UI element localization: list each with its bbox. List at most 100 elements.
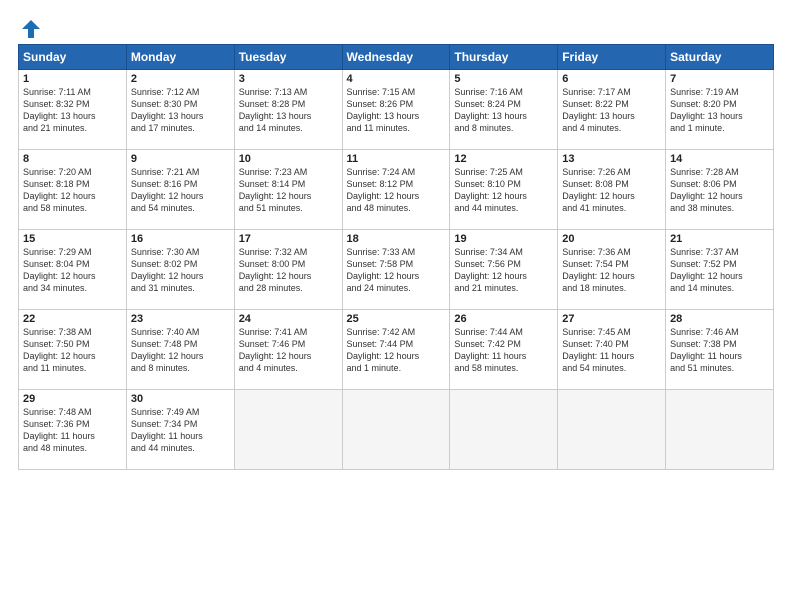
day-info: Sunrise: 7:33 AMSunset: 7:58 PMDaylight:… xyxy=(347,246,446,295)
weekday-header-friday: Friday xyxy=(558,45,666,70)
day-number: 21 xyxy=(670,233,769,245)
day-info: Sunrise: 7:46 AMSunset: 7:38 PMDaylight:… xyxy=(670,326,769,375)
calendar-cell: 25Sunrise: 7:42 AMSunset: 7:44 PMDayligh… xyxy=(342,310,450,390)
day-info: Sunrise: 7:38 AMSunset: 7:50 PMDaylight:… xyxy=(23,326,122,375)
day-number: 23 xyxy=(131,313,230,325)
day-info: Sunrise: 7:25 AMSunset: 8:10 PMDaylight:… xyxy=(454,166,553,215)
calendar-cell: 6Sunrise: 7:17 AMSunset: 8:22 PMDaylight… xyxy=(558,70,666,150)
calendar-cell: 28Sunrise: 7:46 AMSunset: 7:38 PMDayligh… xyxy=(666,310,774,390)
calendar-cell: 23Sunrise: 7:40 AMSunset: 7:48 PMDayligh… xyxy=(126,310,234,390)
calendar-cell: 15Sunrise: 7:29 AMSunset: 8:04 PMDayligh… xyxy=(19,230,127,310)
logo-icon xyxy=(20,18,42,40)
calendar-cell: 2Sunrise: 7:12 AMSunset: 8:30 PMDaylight… xyxy=(126,70,234,150)
weekday-header-thursday: Thursday xyxy=(450,45,558,70)
weekday-header-row: SundayMondayTuesdayWednesdayThursdayFrid… xyxy=(19,45,774,70)
logo xyxy=(18,18,42,36)
day-info: Sunrise: 7:45 AMSunset: 7:40 PMDaylight:… xyxy=(562,326,661,375)
day-number: 8 xyxy=(23,153,122,165)
day-number: 24 xyxy=(239,313,338,325)
week-row-4: 22Sunrise: 7:38 AMSunset: 7:50 PMDayligh… xyxy=(19,310,774,390)
calendar-cell xyxy=(558,390,666,470)
day-info: Sunrise: 7:37 AMSunset: 7:52 PMDaylight:… xyxy=(670,246,769,295)
day-number: 17 xyxy=(239,233,338,245)
day-number: 19 xyxy=(454,233,553,245)
day-number: 4 xyxy=(347,73,446,85)
week-row-1: 1Sunrise: 7:11 AMSunset: 8:32 PMDaylight… xyxy=(19,70,774,150)
weekday-header-saturday: Saturday xyxy=(666,45,774,70)
weekday-header-sunday: Sunday xyxy=(19,45,127,70)
calendar-cell: 5Sunrise: 7:16 AMSunset: 8:24 PMDaylight… xyxy=(450,70,558,150)
weekday-header-wednesday: Wednesday xyxy=(342,45,450,70)
day-info: Sunrise: 7:26 AMSunset: 8:08 PMDaylight:… xyxy=(562,166,661,215)
calendar-cell xyxy=(666,390,774,470)
day-info: Sunrise: 7:17 AMSunset: 8:22 PMDaylight:… xyxy=(562,86,661,135)
calendar-cell: 16Sunrise: 7:30 AMSunset: 8:02 PMDayligh… xyxy=(126,230,234,310)
calendar-cell: 21Sunrise: 7:37 AMSunset: 7:52 PMDayligh… xyxy=(666,230,774,310)
calendar-cell: 11Sunrise: 7:24 AMSunset: 8:12 PMDayligh… xyxy=(342,150,450,230)
calendar-cell: 9Sunrise: 7:21 AMSunset: 8:16 PMDaylight… xyxy=(126,150,234,230)
weekday-header-monday: Monday xyxy=(126,45,234,70)
calendar-cell: 3Sunrise: 7:13 AMSunset: 8:28 PMDaylight… xyxy=(234,70,342,150)
day-info: Sunrise: 7:11 AMSunset: 8:32 PMDaylight:… xyxy=(23,86,122,135)
calendar-cell: 20Sunrise: 7:36 AMSunset: 7:54 PMDayligh… xyxy=(558,230,666,310)
day-number: 27 xyxy=(562,313,661,325)
calendar-cell xyxy=(342,390,450,470)
calendar-cell: 1Sunrise: 7:11 AMSunset: 8:32 PMDaylight… xyxy=(19,70,127,150)
day-info: Sunrise: 7:48 AMSunset: 7:36 PMDaylight:… xyxy=(23,406,122,455)
day-info: Sunrise: 7:36 AMSunset: 7:54 PMDaylight:… xyxy=(562,246,661,295)
week-row-3: 15Sunrise: 7:29 AMSunset: 8:04 PMDayligh… xyxy=(19,230,774,310)
day-info: Sunrise: 7:23 AMSunset: 8:14 PMDaylight:… xyxy=(239,166,338,215)
day-number: 10 xyxy=(239,153,338,165)
day-info: Sunrise: 7:29 AMSunset: 8:04 PMDaylight:… xyxy=(23,246,122,295)
calendar-cell xyxy=(450,390,558,470)
day-number: 7 xyxy=(670,73,769,85)
page: SundayMondayTuesdayWednesdayThursdayFrid… xyxy=(0,0,792,612)
day-number: 11 xyxy=(347,153,446,165)
header xyxy=(18,18,774,36)
day-number: 1 xyxy=(23,73,122,85)
day-info: Sunrise: 7:30 AMSunset: 8:02 PMDaylight:… xyxy=(131,246,230,295)
day-info: Sunrise: 7:40 AMSunset: 7:48 PMDaylight:… xyxy=(131,326,230,375)
calendar-cell: 7Sunrise: 7:19 AMSunset: 8:20 PMDaylight… xyxy=(666,70,774,150)
calendar-cell: 18Sunrise: 7:33 AMSunset: 7:58 PMDayligh… xyxy=(342,230,450,310)
week-row-5: 29Sunrise: 7:48 AMSunset: 7:36 PMDayligh… xyxy=(19,390,774,470)
day-number: 20 xyxy=(562,233,661,245)
day-number: 13 xyxy=(562,153,661,165)
calendar-cell: 13Sunrise: 7:26 AMSunset: 8:08 PMDayligh… xyxy=(558,150,666,230)
day-number: 18 xyxy=(347,233,446,245)
weekday-header-tuesday: Tuesday xyxy=(234,45,342,70)
calendar-cell: 30Sunrise: 7:49 AMSunset: 7:34 PMDayligh… xyxy=(126,390,234,470)
calendar-cell: 10Sunrise: 7:23 AMSunset: 8:14 PMDayligh… xyxy=(234,150,342,230)
calendar-cell: 26Sunrise: 7:44 AMSunset: 7:42 PMDayligh… xyxy=(450,310,558,390)
calendar-cell: 19Sunrise: 7:34 AMSunset: 7:56 PMDayligh… xyxy=(450,230,558,310)
day-info: Sunrise: 7:12 AMSunset: 8:30 PMDaylight:… xyxy=(131,86,230,135)
calendar-cell xyxy=(234,390,342,470)
day-number: 25 xyxy=(347,313,446,325)
day-info: Sunrise: 7:44 AMSunset: 7:42 PMDaylight:… xyxy=(454,326,553,375)
day-number: 6 xyxy=(562,73,661,85)
day-info: Sunrise: 7:42 AMSunset: 7:44 PMDaylight:… xyxy=(347,326,446,375)
day-number: 14 xyxy=(670,153,769,165)
week-row-2: 8Sunrise: 7:20 AMSunset: 8:18 PMDaylight… xyxy=(19,150,774,230)
calendar-cell: 29Sunrise: 7:48 AMSunset: 7:36 PMDayligh… xyxy=(19,390,127,470)
day-number: 22 xyxy=(23,313,122,325)
day-info: Sunrise: 7:13 AMSunset: 8:28 PMDaylight:… xyxy=(239,86,338,135)
calendar-cell: 8Sunrise: 7:20 AMSunset: 8:18 PMDaylight… xyxy=(19,150,127,230)
day-info: Sunrise: 7:49 AMSunset: 7:34 PMDaylight:… xyxy=(131,406,230,455)
calendar-cell: 27Sunrise: 7:45 AMSunset: 7:40 PMDayligh… xyxy=(558,310,666,390)
day-info: Sunrise: 7:34 AMSunset: 7:56 PMDaylight:… xyxy=(454,246,553,295)
day-info: Sunrise: 7:19 AMSunset: 8:20 PMDaylight:… xyxy=(670,86,769,135)
day-number: 28 xyxy=(670,313,769,325)
day-info: Sunrise: 7:24 AMSunset: 8:12 PMDaylight:… xyxy=(347,166,446,215)
day-info: Sunrise: 7:21 AMSunset: 8:16 PMDaylight:… xyxy=(131,166,230,215)
calendar-cell: 14Sunrise: 7:28 AMSunset: 8:06 PMDayligh… xyxy=(666,150,774,230)
day-number: 26 xyxy=(454,313,553,325)
calendar-cell: 4Sunrise: 7:15 AMSunset: 8:26 PMDaylight… xyxy=(342,70,450,150)
day-info: Sunrise: 7:15 AMSunset: 8:26 PMDaylight:… xyxy=(347,86,446,135)
calendar-table: SundayMondayTuesdayWednesdayThursdayFrid… xyxy=(18,44,774,470)
calendar-cell: 17Sunrise: 7:32 AMSunset: 8:00 PMDayligh… xyxy=(234,230,342,310)
day-info: Sunrise: 7:16 AMSunset: 8:24 PMDaylight:… xyxy=(454,86,553,135)
day-info: Sunrise: 7:28 AMSunset: 8:06 PMDaylight:… xyxy=(670,166,769,215)
day-number: 30 xyxy=(131,393,230,405)
day-info: Sunrise: 7:41 AMSunset: 7:46 PMDaylight:… xyxy=(239,326,338,375)
